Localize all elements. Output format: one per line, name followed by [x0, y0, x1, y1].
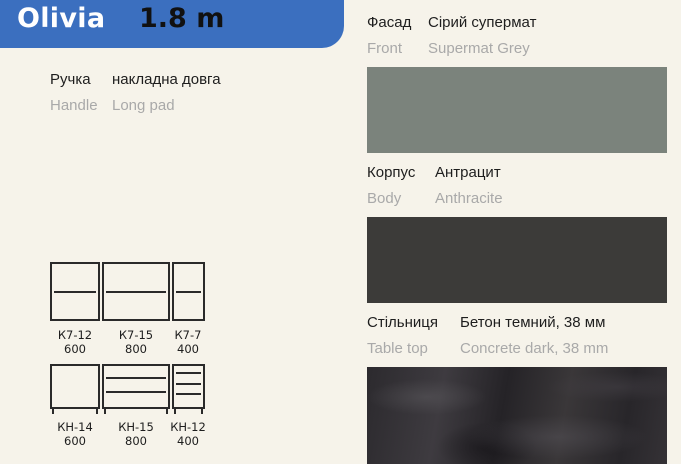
model-size: 1.8 m: [139, 3, 225, 34]
cabinet-leg: [96, 409, 98, 414]
body-label-en: Body: [367, 190, 402, 207]
cabinet-code: КН-15: [118, 420, 154, 434]
cabinet-width: 600: [64, 342, 86, 356]
cabinet-code: К7-12: [57, 328, 93, 342]
handle-label: Ручка: [50, 71, 91, 88]
cabinet-leg: [201, 409, 203, 414]
cabinet-leg: [104, 409, 106, 414]
tabletop-value-en: Concrete dark, 38 mm: [460, 340, 609, 357]
tabletop-value: Бетон темний, 38 мм: [460, 314, 606, 331]
cabinet-code: КН-12: [170, 420, 206, 434]
drawer-line: [106, 377, 166, 379]
handle-value: накладна довга: [112, 71, 221, 88]
handle-bar: [54, 291, 96, 293]
cabinet-leg: [174, 409, 176, 414]
cabinet-k7-15: [102, 262, 170, 321]
front-label: Фасад: [367, 14, 412, 31]
handle-label-en: Handle: [50, 97, 98, 114]
body-value-en: Anthracite: [435, 190, 503, 207]
drawer-line: [176, 393, 201, 395]
body-value: Антрацит: [435, 164, 501, 181]
cabinet-kn-12: [172, 364, 205, 409]
cabinet-width: 800: [125, 342, 147, 356]
cabinet-code: КН-14: [57, 420, 93, 434]
front-value: Сірий супермат: [428, 14, 537, 31]
cabinet-width: 400: [177, 342, 199, 356]
cabinet-width: 400: [177, 434, 199, 448]
body-color-swatch: [367, 217, 667, 303]
body-label: Корпус: [367, 164, 416, 181]
front-value-en: Supermat Grey: [428, 40, 530, 57]
tabletop-texture-swatch: [367, 367, 667, 464]
model-name: Olivia: [17, 3, 106, 34]
drawer-line: [106, 391, 166, 393]
front-color-swatch: [367, 67, 667, 153]
cabinet-leg: [166, 409, 168, 414]
drawer-line: [176, 372, 201, 374]
cabinet-leg: [52, 409, 54, 414]
cabinet-kn-15: [102, 364, 170, 409]
handle-bar: [176, 291, 201, 293]
cabinet-code: К7-15: [118, 328, 154, 342]
handle-value-en: Long pad: [112, 97, 175, 114]
handle-bar: [106, 291, 166, 293]
tabletop-label-en: Table top: [367, 340, 428, 357]
cabinet-code: К7-7: [174, 328, 202, 342]
drawer-line: [176, 383, 201, 385]
cabinet-width: 800: [125, 434, 147, 448]
front-label-en: Front: [367, 40, 403, 57]
cabinet-k7-7: [172, 262, 205, 321]
tabletop-label: Стільниця: [367, 314, 438, 331]
cabinet-k7-12: [50, 262, 100, 321]
cabinet-kn-14: [50, 364, 100, 409]
cabinet-width: 600: [64, 434, 86, 448]
